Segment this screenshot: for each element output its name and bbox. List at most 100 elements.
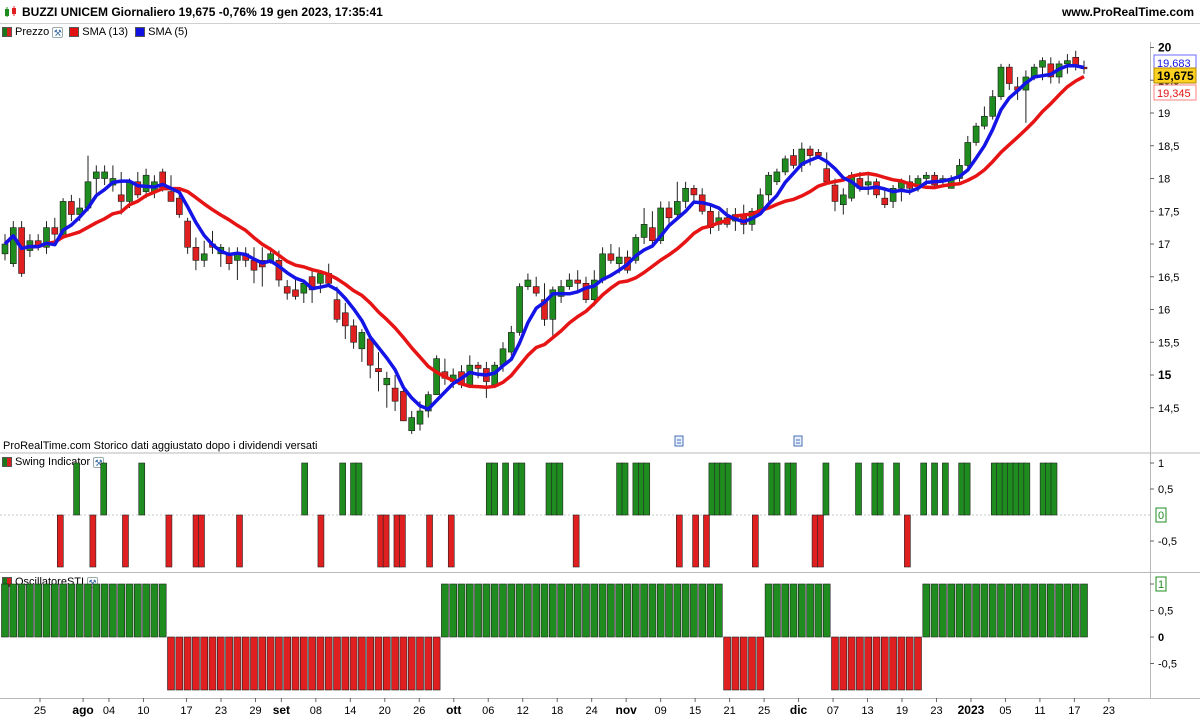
oscillator-legend: OscillatoreSTI ⚒ xyxy=(2,574,105,590)
swing-tick-label: 0,5 xyxy=(1158,484,1173,496)
osc-bar xyxy=(557,583,565,638)
osc-bar xyxy=(1030,583,1038,638)
candle-body xyxy=(532,286,540,294)
osc-bar xyxy=(507,583,516,638)
osc-bar xyxy=(125,583,134,638)
swing-bar xyxy=(773,462,781,516)
swing-bar xyxy=(572,514,580,568)
swing-bar xyxy=(714,462,721,516)
osc-bar xyxy=(1005,583,1014,638)
osc-bar xyxy=(739,636,748,691)
time-tick-label: 05 xyxy=(999,705,1011,717)
last-price-label: 19,675 xyxy=(1157,69,1194,83)
candle-body xyxy=(474,364,482,369)
swing-bar xyxy=(1050,462,1058,516)
time-tick-label: 20 xyxy=(379,705,391,717)
swing-bar xyxy=(752,514,759,568)
price-legend-swatch-1 xyxy=(69,27,80,37)
site-link[interactable]: www.ProRealTime.com xyxy=(1062,5,1194,19)
candle-body xyxy=(400,391,407,422)
wrench-icon[interactable]: ⚒ xyxy=(93,456,105,468)
swing-bar xyxy=(100,462,108,516)
osc-bar xyxy=(997,583,1005,638)
osc-bar xyxy=(607,583,615,638)
osc-bar xyxy=(50,583,59,638)
osc-bar xyxy=(1055,583,1063,638)
osc-bar xyxy=(822,583,831,638)
candle-body xyxy=(798,148,806,166)
swing-bar xyxy=(621,462,629,516)
wrench-icon[interactable]: ⚒ xyxy=(52,26,64,38)
osc-bar xyxy=(548,583,557,638)
swing-bar xyxy=(692,514,699,568)
swing-bar xyxy=(676,514,683,568)
candle-body xyxy=(1030,66,1038,78)
time-tick-label: 06 xyxy=(482,705,494,717)
osc-bar xyxy=(217,636,225,691)
osc-bar xyxy=(897,636,906,691)
candle-body xyxy=(1072,57,1079,68)
time-tick-label: 10 xyxy=(137,705,149,717)
swing-bar xyxy=(491,462,499,516)
candle-body xyxy=(624,256,631,271)
candle-body xyxy=(59,201,67,235)
time-tick-label: 29 xyxy=(249,705,261,717)
swing-bar xyxy=(822,462,830,516)
candle-body xyxy=(939,178,947,183)
swing-bar xyxy=(89,514,97,568)
price-legend-swatch-0 xyxy=(2,27,12,37)
candle-body xyxy=(491,364,499,386)
osc-bar xyxy=(1071,583,1080,638)
candle-body xyxy=(408,417,416,431)
swing-bar xyxy=(1045,462,1052,516)
swing-bar xyxy=(377,514,384,568)
candle-body xyxy=(10,227,17,264)
swing-bar xyxy=(355,462,363,516)
swing-bar xyxy=(632,462,640,516)
candle-body xyxy=(972,125,980,143)
price-tick-label: 15 xyxy=(1158,368,1172,382)
osc-bar xyxy=(905,636,914,691)
price-tick-label: 19,5 xyxy=(1158,75,1179,87)
price-legend-label-2: SMA (5) xyxy=(148,26,188,38)
candle-body xyxy=(989,96,997,117)
osc-bar xyxy=(100,583,109,638)
osc-bar xyxy=(167,636,175,691)
osc-bar xyxy=(208,636,217,691)
osc-bar xyxy=(847,636,856,691)
osc-bar xyxy=(706,583,715,638)
candle-body xyxy=(209,243,216,248)
time-tick-label: dic xyxy=(790,703,808,717)
candle-body xyxy=(258,260,266,268)
candle-body xyxy=(632,237,640,261)
osc-legend-swatch-0 xyxy=(2,577,12,587)
osc-bar xyxy=(424,636,433,691)
swing-bar xyxy=(485,462,493,516)
swing-bar xyxy=(399,514,406,568)
price-legend-label-1: SMA (13) xyxy=(82,26,129,38)
swing-current-box xyxy=(1155,507,1167,523)
osc-bar xyxy=(922,583,931,638)
candle-body xyxy=(275,260,283,281)
swing-bar xyxy=(616,462,623,516)
swing-bar xyxy=(192,514,200,568)
osc-bar xyxy=(391,636,399,691)
osc-bar xyxy=(573,583,582,638)
time-tick-label: 17 xyxy=(1068,705,1080,717)
title-bar: BUZZI UNICEM Giornaliero 19,675 -0,76% 1… xyxy=(0,0,1200,24)
price-tick-label: 18,5 xyxy=(1158,141,1179,153)
osc-bar xyxy=(524,583,532,638)
osc-bar xyxy=(333,636,341,691)
candle-body xyxy=(1014,86,1021,91)
sma13-value-label-box xyxy=(1153,84,1197,101)
osc-bar xyxy=(731,636,740,691)
wrench-icon[interactable]: ⚒ xyxy=(87,576,99,588)
osc-bar xyxy=(598,583,607,638)
osc-bar xyxy=(963,583,972,638)
time-tick-label: 13 xyxy=(861,705,873,717)
candle-body xyxy=(308,276,316,291)
swing-bar xyxy=(1001,462,1009,516)
candle-body xyxy=(815,152,822,156)
candle-body xyxy=(458,371,465,386)
candle-body xyxy=(715,217,723,225)
